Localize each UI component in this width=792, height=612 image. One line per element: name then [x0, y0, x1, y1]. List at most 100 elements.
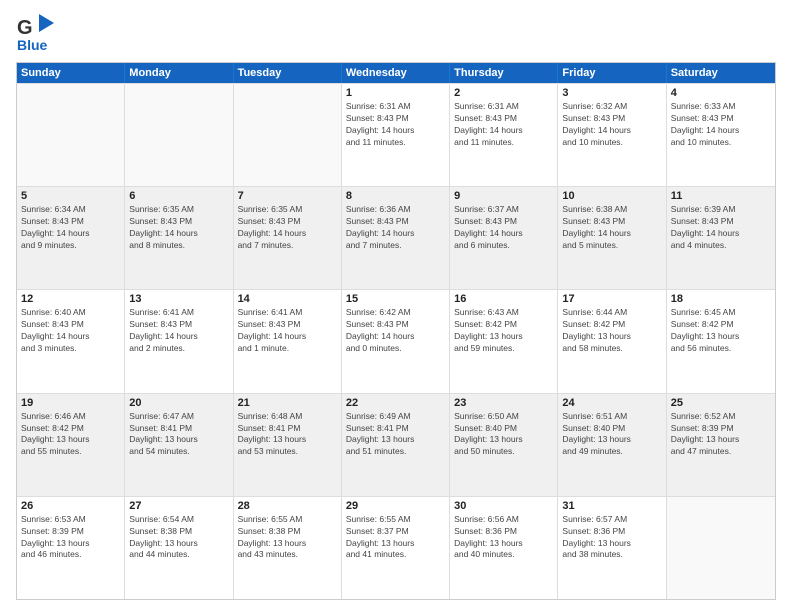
day-info-5: Sunrise: 6:34 AM Sunset: 8:43 PM Dayligh…: [21, 204, 120, 252]
day-number-13: 13: [129, 293, 228, 305]
logo: G Blue: [16, 12, 60, 56]
day-cell-27: 27Sunrise: 6:54 AM Sunset: 8:38 PM Dayli…: [125, 497, 233, 599]
day-info-1: Sunrise: 6:31 AM Sunset: 8:43 PM Dayligh…: [346, 101, 445, 149]
day-number-18: 18: [671, 293, 771, 305]
day-number-29: 29: [346, 500, 445, 512]
day-info-13: Sunrise: 6:41 AM Sunset: 8:43 PM Dayligh…: [129, 307, 228, 355]
day-number-2: 2: [454, 87, 553, 99]
day-number-7: 7: [238, 190, 337, 202]
empty-cell-0-2: [234, 84, 342, 186]
day-info-15: Sunrise: 6:42 AM Sunset: 8:43 PM Dayligh…: [346, 307, 445, 355]
day-cell-18: 18 Sunrise: 6:45 AM Sunset: 8:42 PM Dayli…: [667, 290, 775, 392]
day-number-4: 4: [671, 87, 771, 99]
day-info-4: Sunrise: 6:33 AM Sunset: 8:43 PM Dayligh…: [671, 101, 771, 149]
day-info-23: Sunrise: 6:50 AM Sunset: 8:40 PM Dayligh…: [454, 411, 553, 459]
day-number-26: 26: [21, 500, 120, 512]
day-number-17: 17: [562, 293, 661, 305]
day-info-18: Sunrise: 6:45 AM Sunset: 8:42 PM Dayligh…: [671, 307, 771, 355]
day-cell-13: 13 Sunrise: 6:41 AM Sunset: 8:43 PM Dayli…: [125, 290, 233, 392]
day-number-20: 20: [129, 397, 228, 409]
day-cell-28: 28 Sunrise: 6:55 AM Sunset: 8:38 PM Dayli…: [234, 497, 342, 599]
day-cell-15: 15Sunrise: 6:42 AM Sunset: 8:43 PM Dayli…: [342, 290, 450, 392]
calendar-row-2: 5Sunrise: 6:34 AM Sunset: 8:43 PM Daylig…: [17, 186, 775, 289]
empty-cell-0-0: [17, 84, 125, 186]
day-info-10: Sunrise: 6:38 AM Sunset: 8:43 PM Dayligh…: [562, 204, 661, 252]
header: G Blue: [16, 12, 776, 56]
day-cell-6: 6Sunrise: 6:35 AM Sunset: 8:43 PM Daylig…: [125, 187, 233, 289]
day-cell-24: 24Sunrise: 6:51 AM Sunset: 8:40 PM Dayli…: [558, 394, 666, 496]
day-number-27: 27: [129, 500, 228, 512]
day-number-11: 11: [671, 190, 771, 202]
day-cell-25: 25 Sunrise: 6:52 AM Sunset: 8:39 PM Dayli…: [667, 394, 775, 496]
day-number-31: 31: [562, 500, 661, 512]
day-info-9: Sunrise: 6:37 AM Sunset: 8:43 PM Dayligh…: [454, 204, 553, 252]
calendar-row-4: 19 Sunrise: 6:46 AM Sunset: 8:42 PM Dayli…: [17, 393, 775, 496]
day-cell-22: 22 Sunrise: 6:49 AM Sunset: 8:41 PM Dayli…: [342, 394, 450, 496]
day-info-11: Sunrise: 6:39 AM Sunset: 8:43 PM Dayligh…: [671, 204, 771, 252]
day-number-3: 3: [562, 87, 661, 99]
day-number-25: 25: [671, 397, 771, 409]
day-number-8: 8: [346, 190, 445, 202]
day-number-23: 23: [454, 397, 553, 409]
day-cell-21: 21 Sunrise: 6:48 AM Sunset: 8:41 PM Dayli…: [234, 394, 342, 496]
day-cell-30: 30 Sunrise: 6:56 AM Sunset: 8:36 PM Dayli…: [450, 497, 558, 599]
day-cell-12: 12 Sunrise: 6:40 AM Sunset: 8:43 PM Dayli…: [17, 290, 125, 392]
calendar: SundayMondayTuesdayWednesdayThursdayFrid…: [16, 62, 776, 600]
day-info-19: Sunrise: 6:46 AM Sunset: 8:42 PM Dayligh…: [21, 411, 120, 459]
day-cell-5: 5Sunrise: 6:34 AM Sunset: 8:43 PM Daylig…: [17, 187, 125, 289]
day-cell-10: 10 Sunrise: 6:38 AM Sunset: 8:43 PM Dayli…: [558, 187, 666, 289]
day-info-3: Sunrise: 6:32 AM Sunset: 8:43 PM Dayligh…: [562, 101, 661, 149]
day-cell-2: 2 Sunrise: 6:31 AM Sunset: 8:43 PM Daylig…: [450, 84, 558, 186]
weekday-header-friday: Friday: [558, 63, 666, 83]
day-info-16: Sunrise: 6:43 AM Sunset: 8:42 PM Dayligh…: [454, 307, 553, 355]
day-cell-29: 29Sunrise: 6:55 AM Sunset: 8:37 PM Dayli…: [342, 497, 450, 599]
day-info-30: Sunrise: 6:56 AM Sunset: 8:36 PM Dayligh…: [454, 514, 553, 562]
day-info-14: Sunrise: 6:41 AM Sunset: 8:43 PM Dayligh…: [238, 307, 337, 355]
day-number-12: 12: [21, 293, 120, 305]
day-cell-7: 7 Sunrise: 6:35 AM Sunset: 8:43 PM Daylig…: [234, 187, 342, 289]
day-cell-19: 19 Sunrise: 6:46 AM Sunset: 8:42 PM Dayli…: [17, 394, 125, 496]
weekday-header-wednesday: Wednesday: [342, 63, 450, 83]
day-number-22: 22: [346, 397, 445, 409]
calendar-row-3: 12 Sunrise: 6:40 AM Sunset: 8:43 PM Dayli…: [17, 289, 775, 392]
weekday-header-saturday: Saturday: [667, 63, 775, 83]
weekday-header-thursday: Thursday: [450, 63, 558, 83]
day-info-17: Sunrise: 6:44 AM Sunset: 8:42 PM Dayligh…: [562, 307, 661, 355]
day-info-22: Sunrise: 6:49 AM Sunset: 8:41 PM Dayligh…: [346, 411, 445, 459]
day-info-21: Sunrise: 6:48 AM Sunset: 8:41 PM Dayligh…: [238, 411, 337, 459]
day-number-30: 30: [454, 500, 553, 512]
day-cell-4: 4 Sunrise: 6:33 AM Sunset: 8:43 PM Daylig…: [667, 84, 775, 186]
day-cell-8: 8 Sunrise: 6:36 AM Sunset: 8:43 PM Daylig…: [342, 187, 450, 289]
svg-text:Blue: Blue: [17, 37, 48, 53]
day-number-19: 19: [21, 397, 120, 409]
day-info-12: Sunrise: 6:40 AM Sunset: 8:43 PM Dayligh…: [21, 307, 120, 355]
day-info-26: Sunrise: 6:53 AM Sunset: 8:39 PM Dayligh…: [21, 514, 120, 562]
day-cell-17: 17 Sunrise: 6:44 AM Sunset: 8:42 PM Dayli…: [558, 290, 666, 392]
day-number-6: 6: [129, 190, 228, 202]
day-cell-26: 26 Sunrise: 6:53 AM Sunset: 8:39 PM Dayli…: [17, 497, 125, 599]
day-info-8: Sunrise: 6:36 AM Sunset: 8:43 PM Dayligh…: [346, 204, 445, 252]
weekday-header-monday: Monday: [125, 63, 233, 83]
day-info-28: Sunrise: 6:55 AM Sunset: 8:38 PM Dayligh…: [238, 514, 337, 562]
day-number-28: 28: [238, 500, 337, 512]
calendar-row-1: 1Sunrise: 6:31 AM Sunset: 8:43 PM Daylig…: [17, 83, 775, 186]
calendar-body: 1Sunrise: 6:31 AM Sunset: 8:43 PM Daylig…: [17, 83, 775, 599]
day-cell-20: 20 Sunrise: 6:47 AM Sunset: 8:41 PM Dayli…: [125, 394, 233, 496]
weekday-header-sunday: Sunday: [17, 63, 125, 83]
day-number-10: 10: [562, 190, 661, 202]
day-number-14: 14: [238, 293, 337, 305]
day-cell-16: 16 Sunrise: 6:43 AM Sunset: 8:42 PM Dayli…: [450, 290, 558, 392]
weekday-header-tuesday: Tuesday: [234, 63, 342, 83]
day-cell-1: 1Sunrise: 6:31 AM Sunset: 8:43 PM Daylig…: [342, 84, 450, 186]
day-info-20: Sunrise: 6:47 AM Sunset: 8:41 PM Dayligh…: [129, 411, 228, 459]
day-number-21: 21: [238, 397, 337, 409]
logo-svg: G Blue: [16, 12, 60, 56]
day-cell-31: 31 Sunrise: 6:57 AM Sunset: 8:36 PM Dayli…: [558, 497, 666, 599]
day-cell-3: 3 Sunrise: 6:32 AM Sunset: 8:43 PM Daylig…: [558, 84, 666, 186]
day-number-16: 16: [454, 293, 553, 305]
day-info-2: Sunrise: 6:31 AM Sunset: 8:43 PM Dayligh…: [454, 101, 553, 149]
day-info-7: Sunrise: 6:35 AM Sunset: 8:43 PM Dayligh…: [238, 204, 337, 252]
day-cell-11: 11 Sunrise: 6:39 AM Sunset: 8:43 PM Dayli…: [667, 187, 775, 289]
day-info-25: Sunrise: 6:52 AM Sunset: 8:39 PM Dayligh…: [671, 411, 771, 459]
day-info-31: Sunrise: 6:57 AM Sunset: 8:36 PM Dayligh…: [562, 514, 661, 562]
